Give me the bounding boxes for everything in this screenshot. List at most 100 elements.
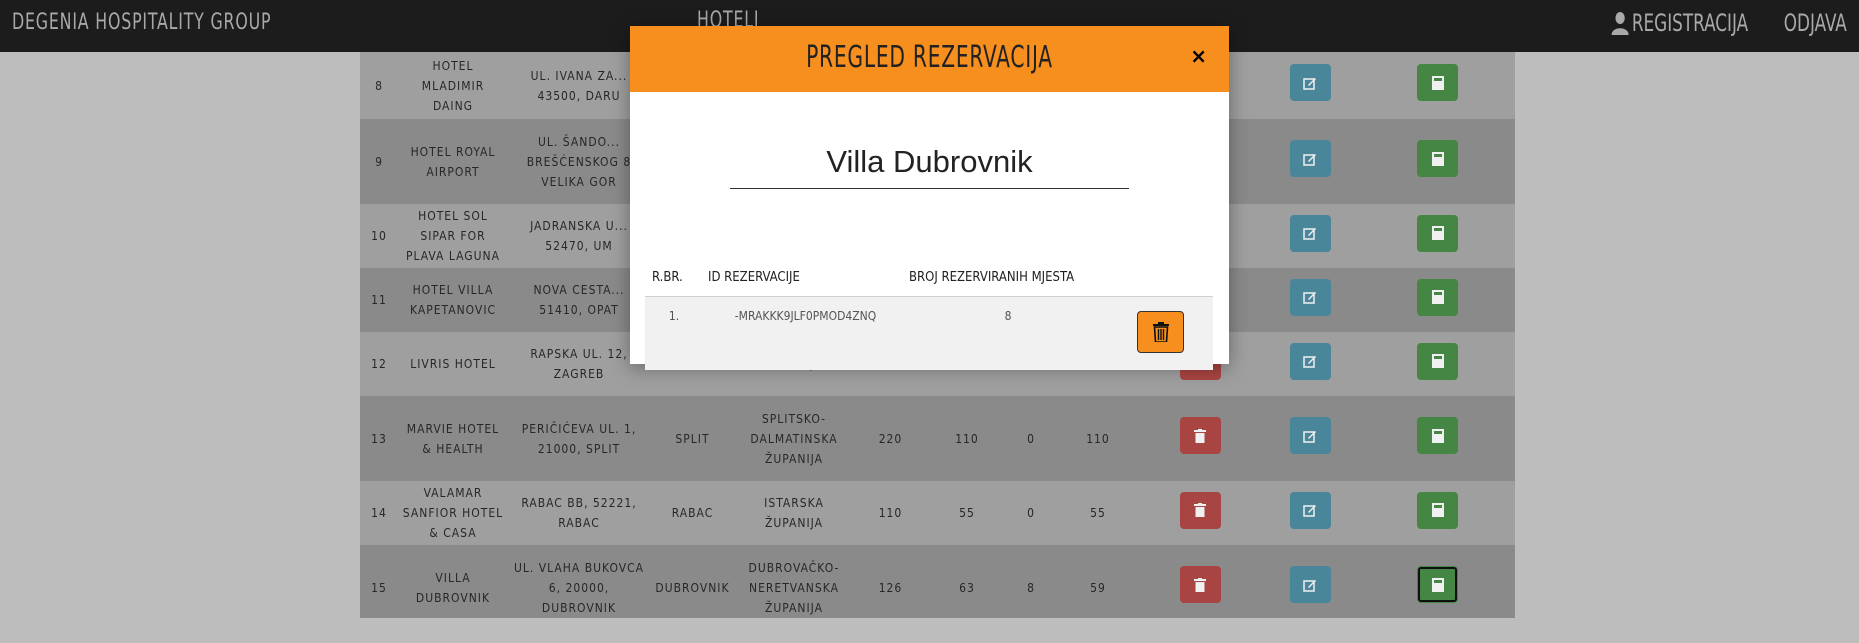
hotel-num-cell: 14 (360, 481, 398, 545)
view-reservations-button-cell (1360, 396, 1515, 481)
hotel-num-cell: 9 (360, 119, 398, 204)
view-reservations-button[interactable] (1417, 64, 1458, 101)
view-reservations-button-cell (1360, 332, 1515, 396)
edit-hotel-button[interactable] (1289, 342, 1331, 380)
view-reservations-button[interactable] (1417, 278, 1458, 316)
edit-hotel-button-cell (1260, 52, 1360, 119)
hotel-v1-cell: 220 (853, 396, 928, 481)
reservation-modal: Pregled rezervacija × Villa Dubrovnik R.… (630, 26, 1229, 370)
hotel-address-cell: Peričićeva ul. 1, 21000, Split (508, 396, 650, 481)
hotel-v1-cell: 126 (853, 545, 928, 618)
view-reservations-button[interactable] (1417, 140, 1458, 177)
book-icon (1431, 503, 1444, 517)
hotel-v2-cell: 110 (928, 396, 1006, 481)
delete-hotel-button[interactable] (1179, 566, 1221, 603)
trash-icon (1194, 577, 1206, 592)
view-reservations-button[interactable] (1417, 214, 1458, 252)
hotel-num-cell: 10 (360, 204, 398, 268)
edit-icon (1303, 228, 1316, 240)
book-icon (1431, 428, 1444, 443)
hotel-name-cell: Hotel Villa Kapetanovic (398, 268, 508, 332)
reservation-count: 8 (908, 296, 1108, 370)
hotel-address-cell: Jadranska u... 52470, Um (508, 204, 650, 268)
edit-icon (1303, 430, 1316, 443)
reservation-id: -MRAKKK9JLF0PMOD4ZNQ (703, 296, 908, 370)
edit-hotel-button[interactable] (1289, 214, 1331, 252)
edit-hotel-button[interactable] (1289, 566, 1331, 603)
edit-hotel-button-cell (1260, 545, 1360, 618)
edit-hotel-button-cell (1260, 396, 1360, 481)
hotel-name-cell: Marvie Hotel & Health (398, 396, 508, 481)
delete-reservation-button[interactable] (1137, 310, 1184, 353)
delete-hotel-button[interactable] (1179, 417, 1221, 454)
modal-title: Pregled rezervacija (806, 40, 1053, 75)
edit-hotel-button[interactable] (1289, 64, 1331, 101)
book-icon (1431, 577, 1444, 592)
edit-hotel-button[interactable] (1289, 278, 1331, 316)
register-link[interactable]: Registracija (1611, 9, 1749, 37)
hotel-county-cell: Dubrovačko-Neretvanska Županija (735, 545, 853, 618)
delete-hotel-button-cell (1140, 396, 1260, 481)
hotel-address-cell: Ul. Ivana Za... 43500, Daru (508, 52, 650, 119)
edit-icon (1303, 77, 1316, 90)
col-reserved-seats: Broj rezerviranih mjesta (908, 258, 1108, 297)
view-reservations-button[interactable] (1417, 566, 1458, 603)
edit-hotel-button[interactable] (1289, 417, 1331, 454)
hotel-address-cell: Rabac bb, 52221, Rabac (508, 481, 650, 545)
view-reservations-button-cell (1360, 268, 1515, 332)
hotel-name-cell: Hotel Royal Airport (398, 119, 508, 204)
brand-title[interactable]: Degenia Hospitality Group (12, 10, 271, 35)
reservation-actions (1108, 296, 1213, 370)
hotel-name-cell: Hotel Mladimir Daing (398, 52, 508, 119)
col-rbr: R.br. (645, 258, 703, 297)
view-reservations-button[interactable] (1417, 417, 1458, 454)
view-reservations-button[interactable] (1417, 491, 1458, 529)
book-icon (1431, 151, 1444, 166)
hotel-city-cell: Dubrovnik (650, 545, 735, 618)
hotel-num-cell: 15 (360, 545, 398, 618)
reservation-rbr: 1. (645, 296, 703, 370)
hotel-address-cell: Ul. Vlaha Bukovca 6, 20000, Dubrovnik (508, 545, 650, 618)
edit-hotel-button-cell (1260, 332, 1360, 396)
hotel-num-cell: 13 (360, 396, 398, 481)
table-row: 13 Marvie Hotel & Health Peričićeva ul. 1,… (360, 396, 1515, 481)
edit-icon (1303, 505, 1316, 517)
hotel-address-cell: Rapska ul. 12, Zagreb (508, 332, 650, 396)
hotel-name-cell: Hotel Sol Sipar for Plava Laguna (398, 204, 508, 268)
edit-icon (1303, 356, 1316, 368)
register-label: Registracija (1631, 9, 1749, 37)
hotel-city-cell: Split (650, 396, 735, 481)
delete-hotel-button-cell (1140, 481, 1260, 545)
edit-icon (1303, 153, 1316, 166)
hotel-v4-cell: 59 (1056, 545, 1140, 618)
delete-hotel-button[interactable] (1179, 491, 1221, 529)
edit-hotel-button[interactable] (1289, 491, 1331, 529)
modal-hotel-name: Villa Dubrovnik (730, 144, 1129, 189)
hotel-v1-cell: 110 (853, 481, 928, 545)
hotel-num-cell: 12 (360, 332, 398, 396)
delete-hotel-button-cell (1140, 545, 1260, 618)
modal-header: Pregled rezervacija × (630, 26, 1229, 92)
view-reservations-button-cell (1360, 52, 1515, 119)
hotel-num-cell: 11 (360, 268, 398, 332)
hotel-county-cell: Istarska županija (735, 481, 853, 545)
hotel-v2-cell: 63 (928, 545, 1006, 618)
hotel-city-cell: Rabac (650, 481, 735, 545)
hotel-v3-cell: 8 (1006, 545, 1056, 618)
hotel-v3-cell: 0 (1006, 396, 1056, 481)
modal-close-button[interactable]: × (1190, 44, 1207, 68)
logout-link[interactable]: Odjava (1784, 9, 1847, 37)
trash-icon (1194, 503, 1206, 517)
view-reservations-button-cell (1360, 481, 1515, 545)
view-reservations-button-cell (1360, 204, 1515, 268)
book-icon (1431, 290, 1444, 304)
view-reservations-button[interactable] (1417, 342, 1458, 380)
hotel-v4-cell: 55 (1056, 481, 1140, 545)
hotel-address-cell: Ul. Šando... Brešćenskog 8 Velika Gor (508, 119, 650, 204)
hotel-name-cell: Valamar Sanfior Hotel & Casa (398, 481, 508, 545)
user-icon (1611, 12, 1629, 35)
book-icon (1431, 226, 1444, 240)
hotel-name-cell: Livris Hotel (398, 332, 508, 396)
edit-hotel-button[interactable] (1289, 140, 1331, 177)
edit-hotel-button-cell (1260, 268, 1360, 332)
